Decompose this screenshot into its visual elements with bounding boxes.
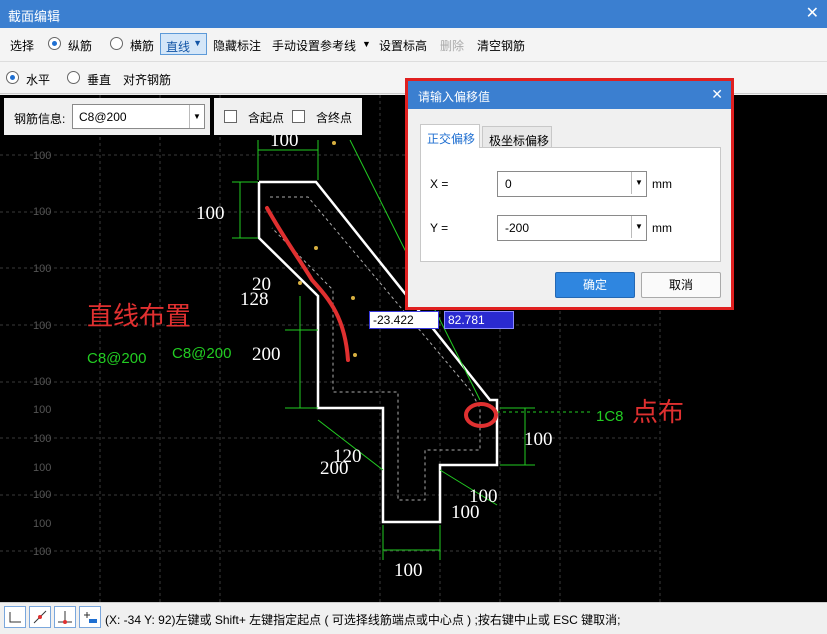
transverse-label[interactable]: 横筋 [130, 37, 154, 54]
dim-text: 100 [451, 502, 480, 523]
chevron-down-icon: ▼ [193, 38, 202, 48]
end-point-label[interactable]: 含终点 [316, 109, 352, 126]
dim-text: 100 [196, 203, 225, 224]
hide-annotation-button[interactable]: 隐藏标注 [213, 37, 261, 54]
grid-label: 100 [33, 433, 51, 445]
dim-text: 128 [240, 289, 269, 310]
vertical-radio[interactable] [67, 71, 80, 84]
x-unit: mm [652, 177, 672, 191]
close-icon[interactable]: ✕ [806, 3, 819, 23]
cancel-button[interactable]: 取消 [641, 272, 721, 298]
dialog-title: 请输入偏移值 [418, 90, 491, 104]
rebar-label-point: 1C8 [596, 408, 624, 425]
grid-label: 100 [33, 376, 51, 388]
offset-input-icon[interactable] [79, 606, 101, 628]
grid-labels: 100 100 100 100 100 100 100 100 100 100 … [33, 150, 51, 558]
angle-snap-icon[interactable] [29, 606, 51, 628]
dim-text: 100 [524, 429, 553, 450]
y-offset-input[interactable]: -200 ▼ [497, 215, 647, 241]
rebar-label-mid: C8@200 [172, 345, 231, 362]
grid-label: 100 [33, 263, 51, 275]
offset-panel: X = 0 ▼ mm Y = -200 ▼ mm [420, 147, 721, 262]
transverse-radio[interactable] [110, 37, 123, 50]
start-point-label[interactable]: 含起点 [248, 109, 284, 126]
grid-label: 100 [33, 320, 51, 332]
tab-orthogonal-offset[interactable]: 正交偏移 [420, 124, 480, 148]
y-label: Y = [430, 221, 449, 235]
rebar-info-label: 钢筋信息: [14, 112, 66, 126]
annotation-line-text: 直线布置 [87, 302, 191, 332]
x-offset-input[interactable]: 0 ▼ [497, 171, 647, 197]
horizontal-radio[interactable] [6, 71, 19, 84]
dim-text: 200 [252, 344, 281, 365]
perpendicular-snap-icon[interactable] [54, 606, 76, 628]
clear-rebar-button[interactable]: 清空钢筋 [477, 37, 525, 54]
horizontal-label[interactable]: 水平 [26, 71, 50, 88]
tab-label: 正交偏移 [427, 132, 476, 146]
toolbar-main: 选择 纵筋 横筋 隐藏标注 手动设置参考线 ▼ 设置标高 删除 清空钢筋 [0, 28, 827, 62]
vertical-label[interactable]: 垂直 [87, 71, 111, 88]
close-icon[interactable]: ✕ [711, 86, 723, 103]
dim-text: 200 [320, 458, 349, 479]
ok-button[interactable]: 确定 [555, 272, 635, 298]
grid-label: 100 [33, 518, 51, 530]
manual-ref-line-button[interactable]: 手动设置参考线 [272, 37, 356, 54]
grid-label: 100 [33, 489, 51, 501]
chevron-down-icon[interactable]: ▼ [631, 172, 646, 194]
grid-label: 100 [33, 462, 51, 474]
longitudinal-label[interactable]: 纵筋 [68, 37, 92, 54]
align-rebar-button[interactable]: 对齐钢筋 [123, 71, 171, 88]
longitudinal-radio[interactable] [48, 37, 61, 50]
red-point-circle [464, 402, 498, 428]
y-unit: mm [652, 221, 672, 235]
grid-label: 100 [33, 546, 51, 558]
chevron-down-icon[interactable]: ▼ [631, 216, 646, 238]
ortho-toggle-icon[interactable] [4, 606, 26, 628]
endpoint-options-bar: 含起点 含终点 [214, 98, 362, 135]
dim-text: 100 [394, 560, 423, 581]
rebar-info-combo[interactable]: C8@200 ▼ [72, 104, 205, 129]
chevron-down-icon[interactable]: ▼ [189, 105, 204, 128]
rebar-info-value: C8@200 [79, 110, 127, 124]
grid-label: 100 [33, 404, 51, 416]
dialog-title-bar: 请输入偏移值 ✕ [408, 81, 731, 109]
x-label: X = [430, 177, 449, 191]
coord-x-readout[interactable]: -23.422 [369, 311, 439, 329]
rebar-labels: C8@200 C8@200 1C8 [87, 345, 624, 425]
status-text: (X: -34 Y: 92)左键或 Shift+ 左键指定起点 ( 可选择线筋端… [105, 613, 621, 627]
line-mode-label: 直线 [166, 40, 191, 54]
chevron-down-icon[interactable]: ▼ [362, 39, 371, 49]
line-mode-dropdown[interactable]: 直线 ▼ [160, 33, 207, 55]
delete-button[interactable]: 删除 [440, 37, 464, 54]
start-point-checkbox[interactable] [224, 110, 237, 123]
window-title: 截面编辑 [8, 9, 61, 24]
grid-label: 100 [33, 150, 51, 162]
x-offset-value: 0 [505, 177, 512, 191]
grid-label: 100 [33, 206, 51, 218]
rebar-label-left: C8@200 [87, 350, 146, 367]
y-offset-value: -200 [505, 221, 530, 235]
coord-y-readout[interactable]: 82.781 [444, 311, 514, 329]
end-point-checkbox[interactable] [292, 110, 305, 123]
select-button[interactable]: 选择 [10, 37, 34, 54]
set-elevation-button[interactable]: 设置标高 [379, 37, 427, 54]
title-bar: 截面编辑 ✕ [0, 0, 827, 28]
annotation-point-text: 点布 [632, 398, 684, 428]
